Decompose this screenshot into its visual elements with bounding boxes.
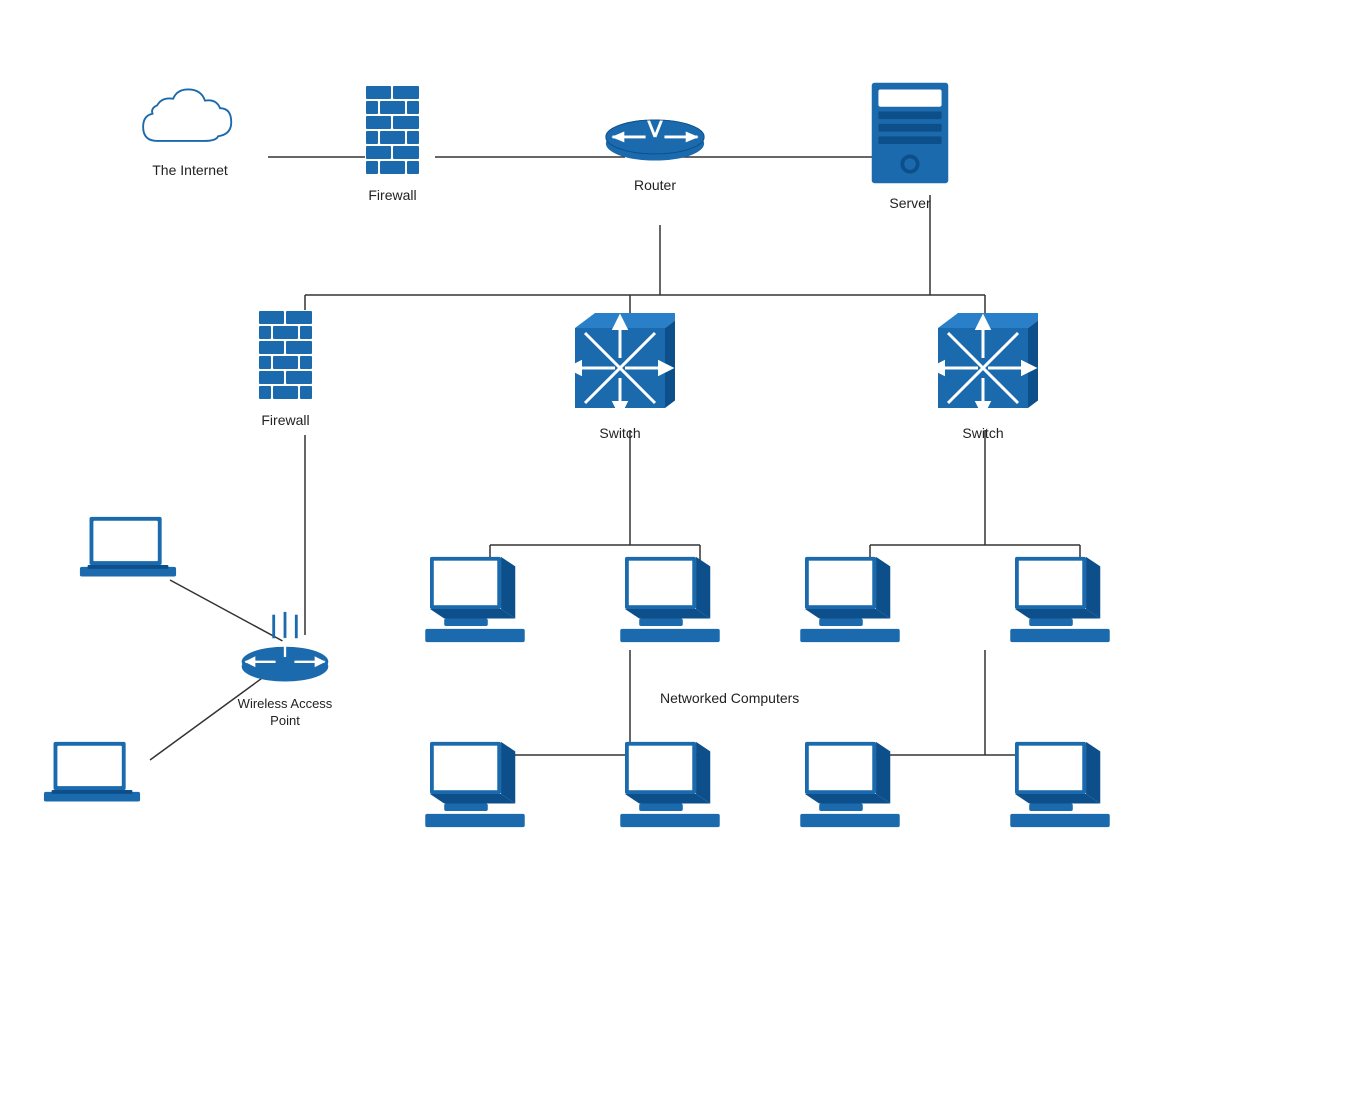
firewall-top-node: Firewall (365, 85, 420, 204)
firewall-top-label: Firewall (368, 186, 416, 204)
switch-mid-label: Switch (599, 424, 640, 442)
switch-mid-icon (565, 308, 675, 418)
laptop2-node (42, 740, 142, 815)
comp7-node (800, 740, 900, 830)
network-diagram: The Internet Fi (0, 0, 1360, 1120)
server-label: Server (889, 194, 930, 212)
router-icon (600, 85, 710, 170)
comp1-icon (425, 555, 525, 645)
comp3-icon (800, 555, 900, 645)
comp4-icon (1010, 555, 1110, 645)
comp8-node (1010, 740, 1110, 830)
wap-label: Wireless Access Point (238, 696, 333, 730)
comp7-icon (800, 740, 900, 830)
laptop1-node (78, 515, 178, 590)
cloud-icon (130, 80, 250, 155)
router-label: Router (634, 176, 676, 194)
wap-icon (235, 610, 335, 690)
comp2-icon (620, 555, 720, 645)
firewall-mid-label: Firewall (261, 411, 309, 429)
comp4-node (1010, 555, 1110, 645)
comp6-icon (620, 740, 720, 830)
comp5-icon (425, 740, 525, 830)
laptop2-icon (42, 740, 142, 815)
server-node: Server (865, 78, 955, 212)
comp2-node (620, 555, 720, 645)
switch-mid-node: Switch (565, 308, 675, 442)
server-icon (865, 78, 955, 188)
comp6-node (620, 740, 720, 830)
comp1-node (425, 555, 525, 645)
comp8-icon (1010, 740, 1110, 830)
firewall-mid-node: Firewall (258, 310, 313, 429)
networked-computers-label: Networked Computers (660, 690, 799, 706)
comp3-node (800, 555, 900, 645)
comp5-node (425, 740, 525, 830)
router-node: Router (600, 85, 710, 194)
firewall-top-icon (365, 85, 420, 180)
wap-node: Wireless Access Point (235, 610, 335, 730)
internet-node: The Internet (130, 80, 250, 179)
switch-right-label: Switch (962, 424, 1003, 442)
laptop1-icon (78, 515, 178, 590)
switch-right-icon (928, 308, 1038, 418)
internet-label: The Internet (152, 161, 228, 179)
switch-right-node: Switch (928, 308, 1038, 442)
firewall-mid-icon (258, 310, 313, 405)
